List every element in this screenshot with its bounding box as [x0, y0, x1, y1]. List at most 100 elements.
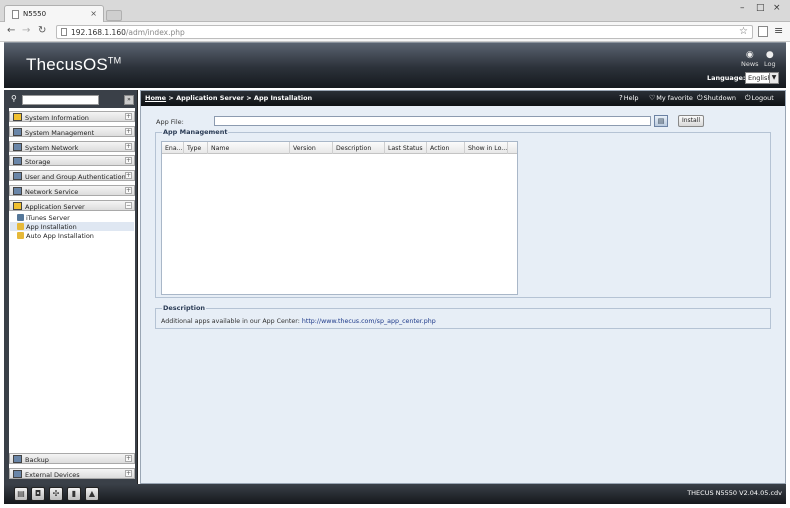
app-management-legend: App Management [162, 128, 229, 136]
backup-icon [13, 455, 22, 463]
expand-icon[interactable]: + [125, 143, 132, 150]
network-service-icon [13, 187, 22, 195]
folder-icon: ▤ [657, 117, 665, 125]
expand-icon[interactable]: + [125, 455, 132, 462]
app-header: ThecusOSTM ◉ News ● Log Language: Englis… [4, 42, 786, 88]
storage-icon [13, 157, 22, 165]
breadcrumb: Home > Application Server > App Installa… [145, 94, 313, 102]
sidebar-search: ⚲ » [10, 94, 135, 106]
sidebar-item-itunes-server[interactable]: iTunes Server [10, 213, 134, 222]
sidebar-item-backup[interactable]: Backup + [9, 453, 135, 464]
expand-icon[interactable]: + [125, 128, 132, 135]
browser-tab[interactable]: N5550 × [4, 5, 104, 22]
logout-button[interactable]: ⏻Logout [745, 94, 774, 103]
col-description[interactable]: Description [333, 142, 385, 154]
forward-icon[interactable]: → [22, 25, 30, 37]
app-server-icon [13, 202, 22, 210]
log-button[interactable]: ● Log [764, 50, 776, 68]
sidebar-item-auto-app-installation[interactable]: Auto App Installation [10, 231, 134, 240]
sidebar-item-app-installation[interactable]: App Installation [10, 222, 134, 231]
col-type[interactable]: Type [184, 142, 208, 154]
grid-header: Ena... Type Name Version Description Las… [162, 142, 517, 154]
firmware-version: THECUS N5550 V2.04.05.cdv [687, 489, 782, 497]
description-legend: Description [162, 304, 207, 312]
col-last-status[interactable]: Last Status [385, 142, 427, 154]
description-text: Additional apps available in our App Cen… [161, 318, 436, 325]
sidebar-item-system-information[interactable]: System Information + [9, 111, 135, 122]
sidebar-item-storage[interactable]: Storage + [9, 155, 135, 166]
info-icon [13, 113, 22, 121]
language-label: Language: [707, 74, 746, 82]
page-info-icon[interactable] [61, 28, 67, 36]
users-icon [13, 172, 22, 180]
browser-nav-bar: ← → ↻ 192.168.1.160/adm/index.php ☆ ≡ [0, 22, 790, 42]
breadcrumb-home-link[interactable]: Home [145, 94, 166, 102]
auto-install-icon [17, 232, 24, 239]
chevron-down-icon[interactable]: ▼ [769, 72, 779, 84]
main-content: Home > Application Server > App Installa… [140, 90, 786, 484]
sidebar-item-user-group-auth[interactable]: User and Group Authentication + [9, 170, 135, 181]
expand-icon[interactable]: + [125, 157, 132, 164]
my-favorite-button[interactable]: ♡My favorite [649, 94, 693, 102]
app-grid: Ena... Type Name Version Description Las… [161, 141, 518, 295]
expand-icon[interactable]: + [125, 187, 132, 194]
col-show-in-login[interactable]: Show in Lo... [465, 142, 508, 154]
description-group: Description Additional apps available in… [155, 304, 771, 329]
new-tab-button[interactable] [106, 10, 122, 21]
address-bar[interactable]: 192.168.1.160/adm/index.php ☆ [56, 25, 753, 39]
back-icon[interactable]: ← [7, 25, 15, 37]
news-button[interactable]: ◉ News [741, 50, 759, 68]
footer-bar: ▤ ◘ ✣ ▮ ▲ THECUS N5550 V2.04.05.cdv [4, 484, 786, 504]
search-input[interactable] [22, 95, 99, 105]
app-file-input[interactable] [214, 116, 651, 126]
close-tab-icon[interactable]: × [90, 9, 97, 18]
expand-icon[interactable]: + [125, 172, 132, 179]
tools-icon [13, 128, 22, 136]
power-icon: ⏻ [697, 94, 703, 102]
chat-bubble-icon: ● [765, 50, 774, 60]
col-name[interactable]: Name [208, 142, 290, 154]
task-list-icon[interactable]: ▤ [14, 487, 28, 501]
sidebar-item-system-network[interactable]: System Network + [9, 141, 135, 152]
music-note-icon [17, 214, 24, 221]
minimize-icon[interactable]: – [740, 3, 745, 13]
logout-icon: ⏻ [745, 94, 751, 102]
reload-icon[interactable]: ↻ [38, 25, 46, 37]
sidebar-item-network-service[interactable]: Network Service + [9, 185, 135, 196]
col-version[interactable]: Version [290, 142, 333, 154]
page-icon [12, 10, 19, 19]
col-enable[interactable]: Ena... [162, 142, 184, 154]
main-title-bar: Home > Application Server > App Installa… [141, 91, 785, 106]
app-install-icon [17, 223, 24, 230]
shutdown-button[interactable]: ⏻Shutdown [697, 94, 736, 103]
url-text: 192.168.1.160/adm/index.php [71, 28, 185, 37]
temperature-icon[interactable]: ▮ [67, 487, 81, 501]
camera-icon[interactable]: ◘ [31, 487, 45, 501]
window-close-icon[interactable]: × [773, 3, 781, 13]
app-file-label: App File: [156, 118, 184, 126]
app-management-group: App Management Ena... Type Name Version … [155, 128, 771, 298]
expand-icon[interactable]: + [125, 470, 132, 477]
fan-icon[interactable]: ✣ [49, 487, 63, 501]
install-button[interactable]: Install [678, 115, 704, 127]
app-center-link[interactable]: http://www.thecus.com/sp_app_center.php [302, 318, 436, 325]
col-action[interactable]: Action [427, 142, 465, 154]
bookmark-star-icon[interactable]: ☆ [739, 26, 748, 37]
search-icon: ⚲ [11, 94, 17, 103]
thecusos-logo: ThecusOSTM [26, 55, 122, 74]
tab-title: N5550 [23, 10, 47, 18]
heart-icon: ♡ [649, 94, 656, 102]
maximize-icon[interactable]: □ [756, 3, 765, 13]
expand-icon[interactable]: + [125, 113, 132, 120]
sidebar-item-external-devices[interactable]: External Devices + [9, 468, 135, 479]
sidebar-item-system-management[interactable]: System Management + [9, 126, 135, 137]
sidebar-item-application-server[interactable]: Application Server − [9, 200, 135, 211]
search-go-button[interactable]: » [124, 95, 134, 105]
sidebar: ⚲ » System Information + System Manageme… [4, 90, 138, 484]
collapse-icon[interactable]: − [125, 202, 132, 209]
browse-button[interactable]: ▤ [654, 115, 668, 127]
network-status-icon[interactable]: ▲ [85, 487, 99, 501]
help-button[interactable]: ?Help [619, 94, 639, 102]
browser-menu-icon[interactable]: ≡ [774, 24, 783, 37]
extension-icon[interactable] [758, 26, 768, 37]
